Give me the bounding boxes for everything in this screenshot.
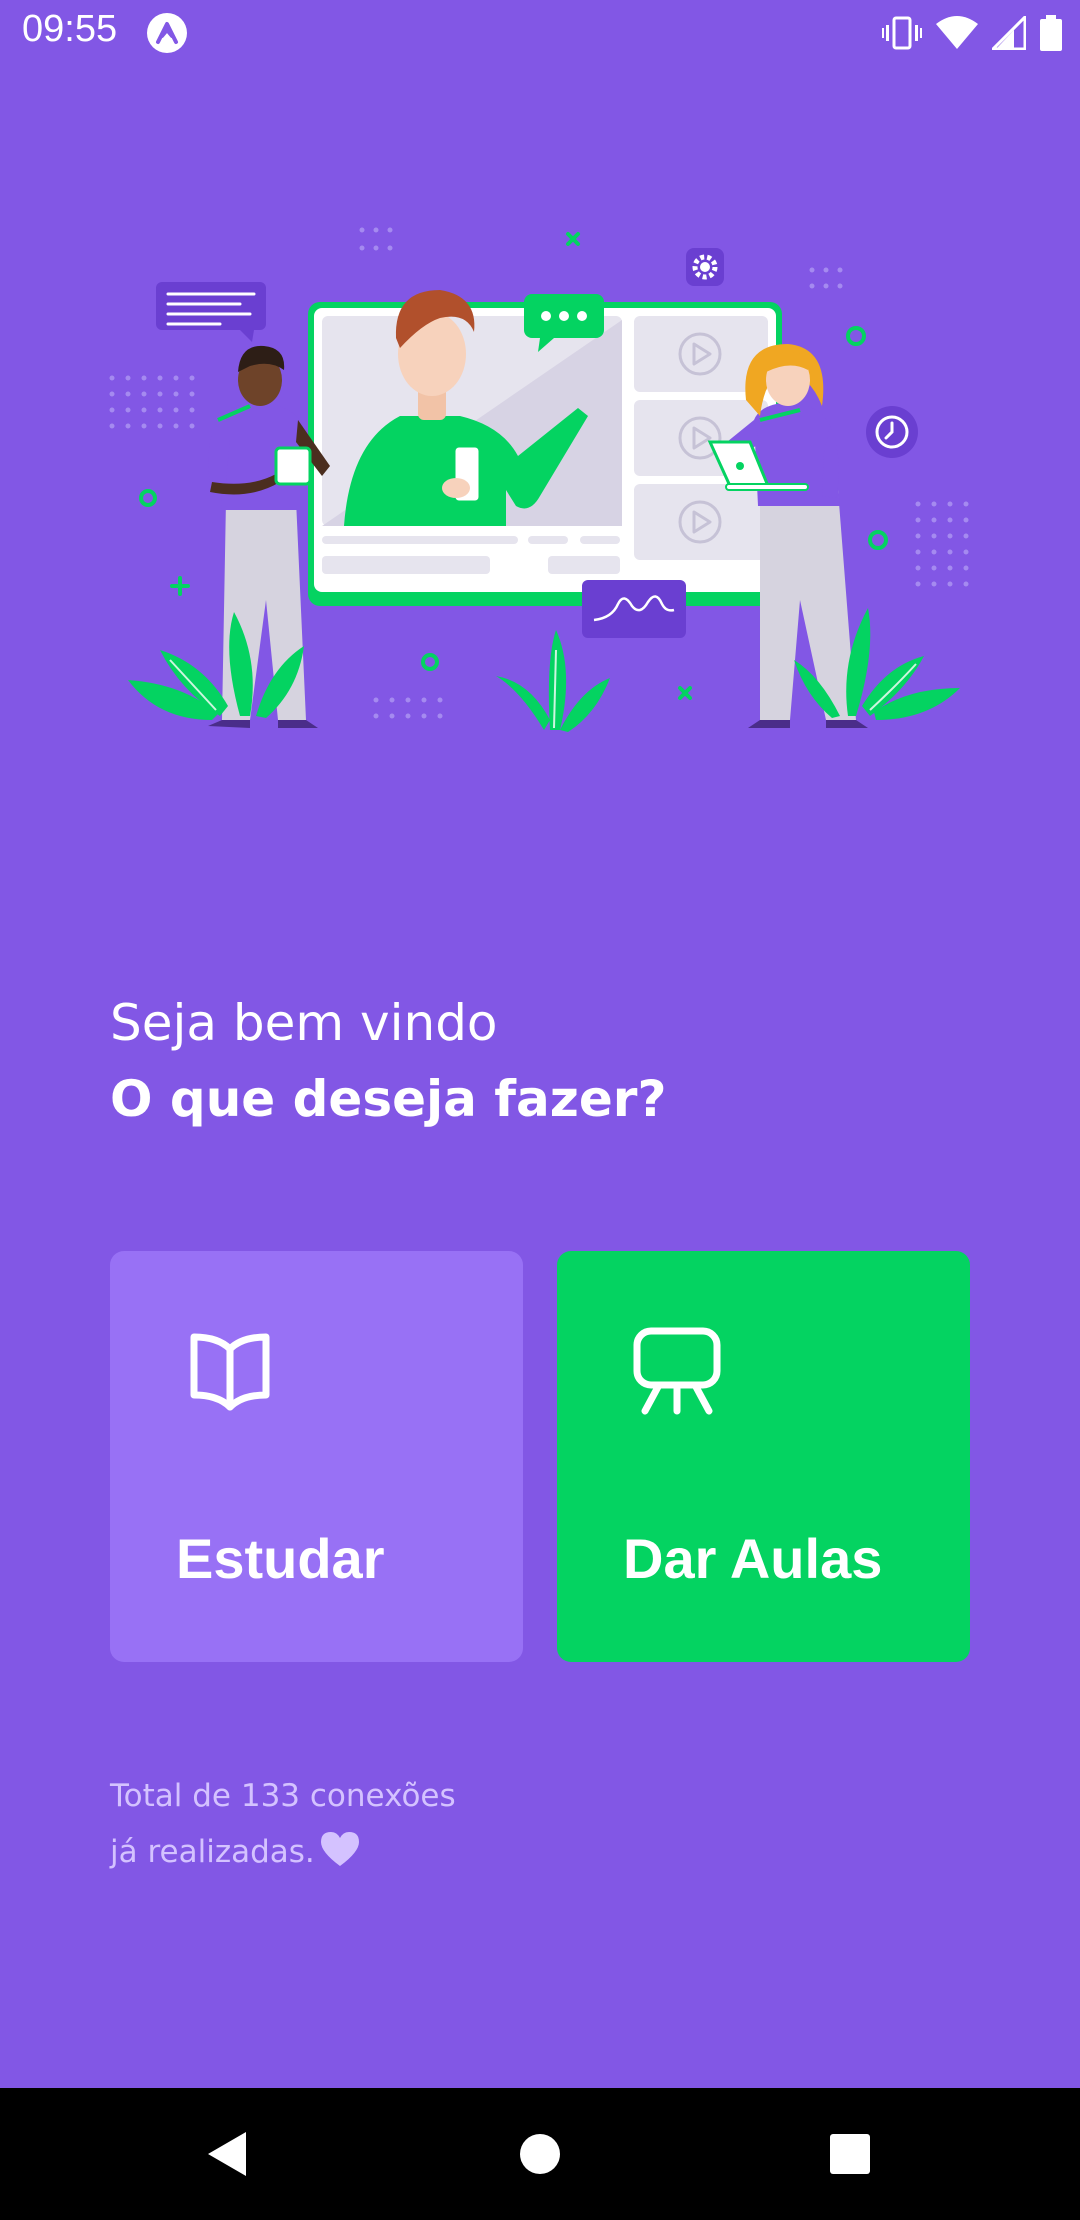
total-connections: Total de 133 conexões já realizadas. xyxy=(110,1768,710,1880)
status-bar: 09:55 xyxy=(0,0,1080,66)
question-text: O que deseja fazer? xyxy=(110,1070,667,1128)
total-connections-line2: já realizadas. xyxy=(110,1834,315,1870)
status-icons xyxy=(882,12,1062,54)
navigation-bar xyxy=(0,2088,1080,2220)
heart-icon xyxy=(320,1832,359,1866)
wifi-icon xyxy=(936,16,978,49)
action-cards: Estudar Dar Aulas xyxy=(110,1251,970,1662)
book-open-icon xyxy=(190,1333,270,1411)
vibrate-icon xyxy=(882,16,922,50)
signal-icon xyxy=(992,16,1026,50)
teach-label: Dar Aulas xyxy=(623,1527,883,1590)
greeting: Seja bem vindo O que deseja fazer? xyxy=(110,985,970,1137)
study-button[interactable]: Estudar xyxy=(110,1251,523,1662)
recents-icon[interactable] xyxy=(820,2124,880,2184)
study-label: Estudar xyxy=(176,1527,385,1590)
teach-button[interactable]: Dar Aulas xyxy=(557,1251,970,1662)
back-icon[interactable] xyxy=(196,2124,256,2184)
online-class-illustration xyxy=(109,227,969,732)
total-connections-line1: Total de 133 conexões xyxy=(110,1778,456,1814)
battery-icon xyxy=(1040,15,1062,51)
presentation-icon xyxy=(633,1327,721,1415)
home-icon[interactable] xyxy=(510,2124,570,2184)
welcome-text: Seja bem vindo xyxy=(110,994,498,1052)
status-time: 09:55 xyxy=(22,8,118,50)
expo-icon xyxy=(147,13,187,53)
total-connections-line2-wrap: já realizadas. xyxy=(110,1824,710,1880)
